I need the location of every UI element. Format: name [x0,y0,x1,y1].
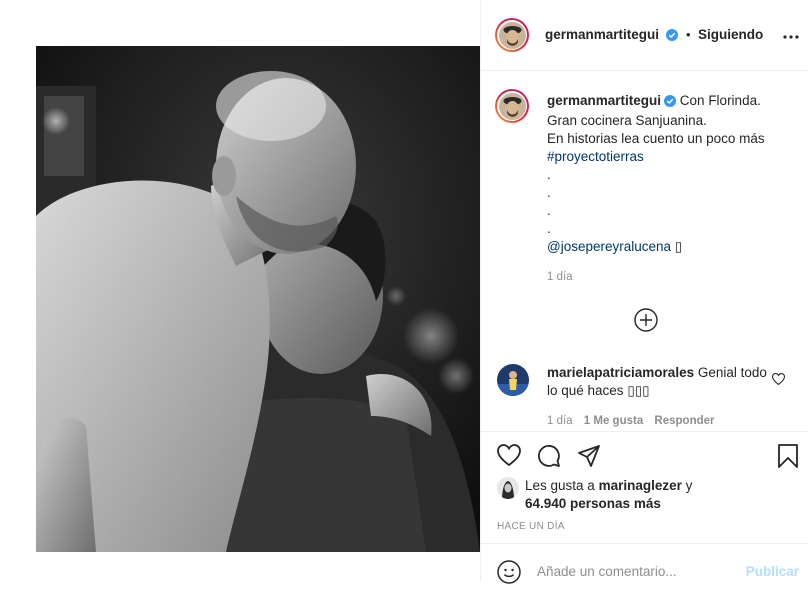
likes-conj: y [685,478,693,493]
comment-meta: 1 día 1 Me gusta Responder [547,412,767,430]
post-header: germanmartitegui • Siguiendo [481,0,808,71]
caption-line: En historias lea cuento un poco más [547,131,765,146]
comment-time[interactable]: 1 día [547,415,573,427]
liker-avatar[interactable] [497,477,519,499]
comment-username[interactable]: marielapatriciamorales [547,365,694,380]
post-details-panel: germanmartitegui • Siguiendo germanmarti… [480,0,808,584]
verified-icon [664,94,677,112]
likes-user[interactable]: marinaglezer [599,478,682,493]
load-more-icon[interactable] [634,308,658,337]
caption-dot: . [547,185,551,200]
comment-input[interactable] [537,564,737,579]
caption-first-line: Con Florinda. [679,93,761,108]
post-media-area [0,0,480,581]
post-caption: germanmartitegui Con Florinda. Gran coci… [547,92,795,286]
likes-summary: Les gusta a marinaglezer y 64.940 person… [525,477,692,513]
heart-icon[interactable] [497,444,521,471]
caption-hashtag[interactable]: #proyectotierras [547,148,795,166]
caption-author-avatar[interactable] [495,89,529,123]
separator-dot: • [685,27,691,42]
comment-bar: Publicar [481,543,808,584]
comment-likes[interactable]: 1 Me gusta [584,415,643,427]
likes-count[interactable]: 64.940 personas más [525,496,661,511]
comment-icon[interactable] [537,444,561,473]
caption-dot: . [547,221,551,236]
verified-icon [666,28,679,46]
comment-emoji: ▯▯▯ [627,383,650,398]
following-button[interactable]: Siguiendo [698,27,763,42]
comment-like-icon[interactable] [771,372,786,390]
post-photo[interactable] [36,46,480,552]
caption-line: Gran cocinera Sanjuanina. [547,113,707,128]
caption-time[interactable]: 1 día [547,268,795,286]
author-avatar[interactable] [495,18,529,52]
caption-emoji: ▯ [674,239,683,254]
comment: marielapatriciamorales Genial todo lo qu… [547,364,767,430]
publish-button[interactable]: Publicar [746,564,799,579]
author-username[interactable]: germanmartitegui [545,27,659,42]
bookmark-icon[interactable] [777,444,799,473]
caption-dot: . [547,167,551,182]
reply-button[interactable]: Responder [654,415,714,427]
commenter-avatar[interactable] [497,364,529,396]
header-text: germanmartitegui • Siguiendo [545,26,763,46]
post-photo-image [36,46,480,552]
caption-mention[interactable]: @josepereyralucena [547,239,671,254]
caption-username[interactable]: germanmartitegui [547,93,661,108]
likes-prefix: Les gusta a [525,478,595,493]
post-timestamp[interactable]: HACE UN DÍA [497,521,565,532]
action-bar [481,431,808,468]
share-icon[interactable] [577,444,601,473]
more-icon[interactable] [783,26,799,44]
emoji-icon[interactable] [497,560,521,589]
caption-dot: . [547,203,551,218]
